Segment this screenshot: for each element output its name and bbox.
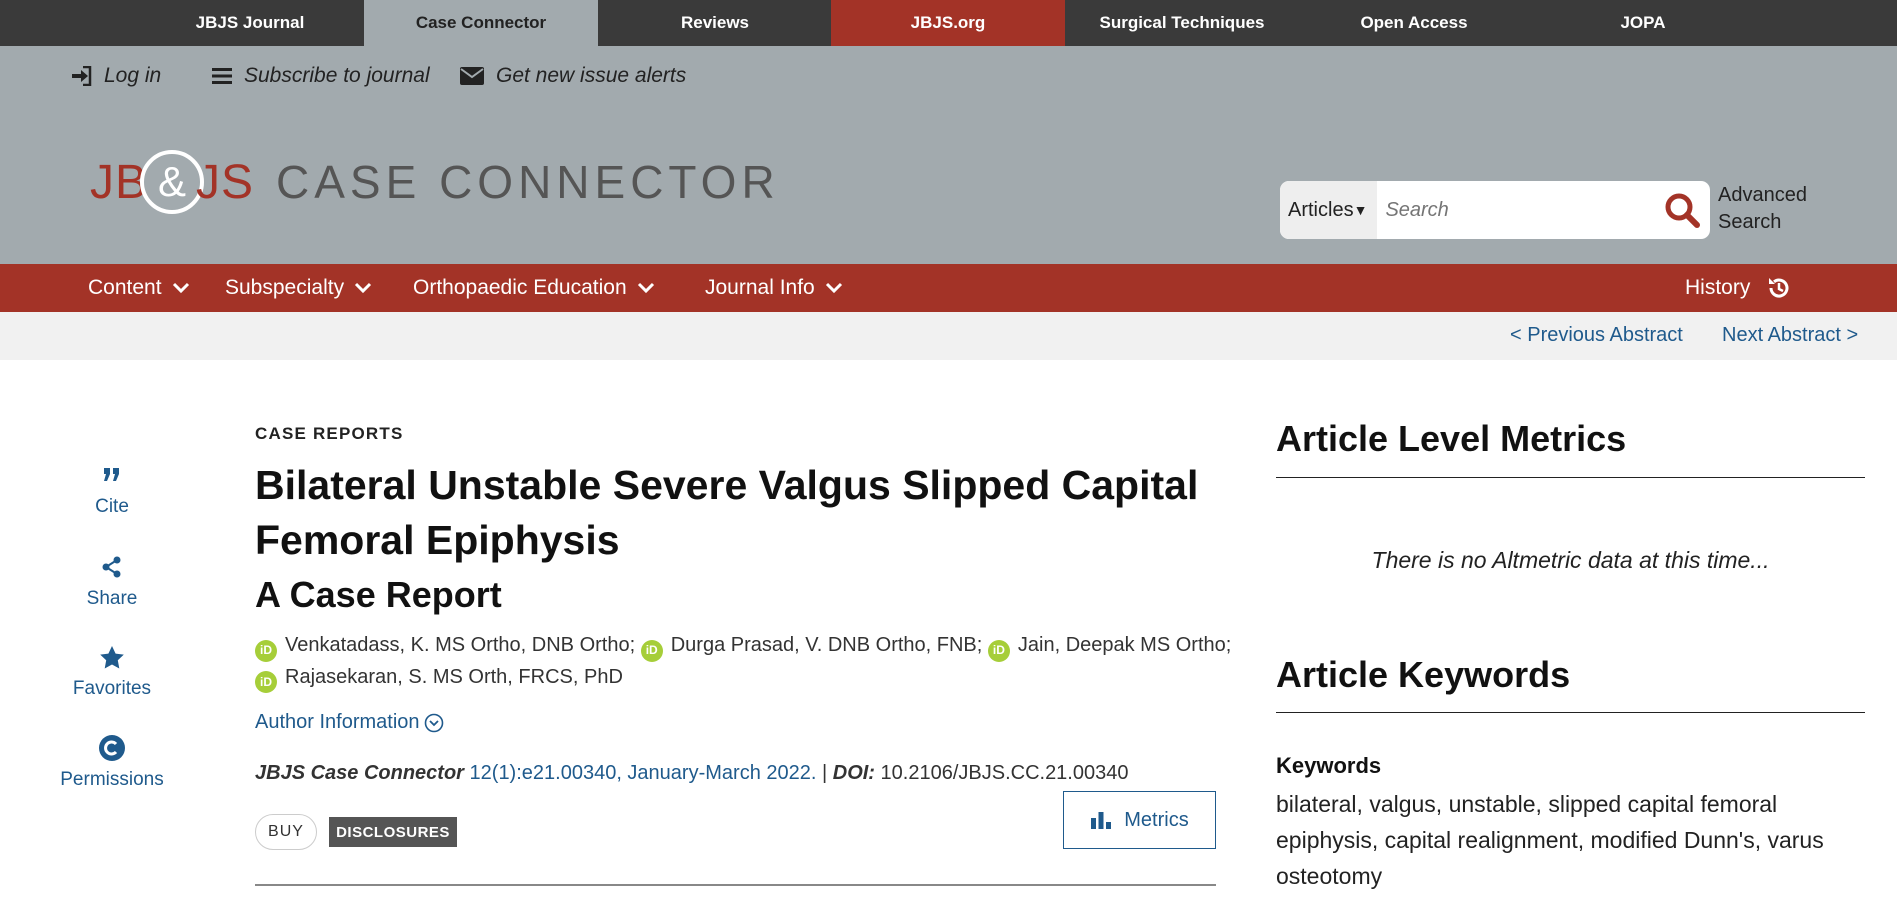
caret-down-icon: ▼ — [1353, 202, 1368, 218]
abstract-nav: < Previous Abstract Next Abstract > — [0, 312, 1897, 360]
keywords-heading: Article Keywords — [1276, 654, 1571, 695]
sign-in-icon — [72, 66, 92, 86]
volume-issue-link[interactable]: 12(1):e21.00340, January-March 2022. — [470, 762, 817, 784]
quote-icon — [104, 468, 119, 481]
login-link[interactable]: Log in — [70, 64, 161, 88]
metrics-button-label: Metrics — [1124, 808, 1189, 831]
author-name[interactable]: Durga Prasad, V. DNB Ortho, FNB; — [671, 634, 983, 656]
logo-js: JS — [196, 155, 255, 209]
keywords-label: Keywords — [1276, 753, 1382, 778]
alerts-link[interactable]: Get new issue alerts — [460, 64, 686, 88]
author-name[interactable]: Jain, Deepak MS Ortho; — [1018, 634, 1231, 656]
search-box: Articles ▼ — [1280, 181, 1710, 239]
favorites-tool[interactable]: Favorites — [56, 642, 168, 700]
disclosures-button[interactable]: DISCLOSURES — [329, 817, 457, 847]
nav-subspecialty-label: Subspecialty — [225, 276, 345, 299]
nav-journal-info[interactable]: Journal Info — [705, 264, 843, 312]
permissions-tool[interactable]: Permissions — [56, 733, 168, 791]
heading-rule — [1276, 712, 1865, 713]
buy-button[interactable]: BUY — [255, 814, 317, 850]
metrics-button[interactable]: Metrics — [1063, 791, 1216, 849]
altmetric-empty-message: There is no Altmetric data at this time.… — [1371, 547, 1770, 573]
search-button[interactable] — [1653, 181, 1710, 239]
next-abstract-link[interactable]: Next Abstract > — [1722, 324, 1858, 347]
author-name[interactable]: Venkatadass, K. MS Ortho, DNB Ortho; — [285, 634, 635, 656]
advanced-search-line2: Search — [1718, 211, 1782, 233]
tab-reviews[interactable]: Reviews — [598, 0, 832, 46]
site-logo[interactable]: JB & JS CASE CONNECTOR — [90, 150, 780, 214]
orcid-icon[interactable]: iD — [255, 639, 277, 662]
alerts-label: Get new issue alerts — [496, 64, 687, 87]
nav-journal-info-label: Journal Info — [705, 276, 815, 299]
nav-orthopaedic-education-label: Orthopaedic Education — [413, 276, 627, 299]
chevron-down-icon — [172, 282, 189, 294]
nav-subspecialty[interactable]: Subspecialty — [225, 264, 372, 312]
menu-icon — [212, 68, 232, 84]
chevron-circle-down-icon — [424, 713, 443, 732]
article-section: CASE REPORTS — [255, 424, 404, 443]
search-scope-value: Articles — [1288, 198, 1354, 221]
star-icon — [100, 646, 124, 669]
nav-history[interactable]: History — [1685, 264, 1792, 312]
permissions-label: Permissions — [60, 769, 164, 790]
tab-jbjs-org[interactable]: JBJS.org — [831, 0, 1065, 46]
article-subtitle: A Case Report — [255, 574, 502, 615]
heading-rule — [1276, 477, 1865, 478]
logo-ampersand: & — [140, 150, 205, 214]
author-information-toggle[interactable]: Author Information — [255, 711, 444, 734]
search-input[interactable] — [1377, 181, 1654, 239]
subscribe-label: Subscribe to journal — [244, 64, 430, 87]
tab-jopa[interactable]: JOPA — [1526, 0, 1760, 46]
orcid-icon[interactable]: iD — [255, 671, 277, 693]
doi-label: DOI: — [832, 762, 875, 784]
citation-separator: | — [821, 762, 828, 784]
previous-abstract-link[interactable]: < Previous Abstract — [1510, 324, 1683, 347]
metrics-heading: Article Level Metrics — [1276, 418, 1627, 459]
favorites-label: Favorites — [72, 678, 152, 699]
cite-tool[interactable]: Cite — [56, 460, 168, 518]
section-divider — [255, 884, 1216, 886]
nav-content-label: Content — [88, 276, 162, 299]
orcid-icon[interactable]: iD — [640, 639, 663, 662]
login-label: Log in — [104, 64, 162, 87]
chevron-down-icon — [355, 282, 372, 294]
tab-surgical-techniques[interactable]: Surgical Techniques — [1065, 0, 1299, 46]
search-scope-select[interactable]: Articles ▼ — [1280, 181, 1378, 239]
chevron-down-icon — [637, 282, 654, 294]
envelope-icon — [460, 67, 484, 85]
advanced-search-line1: Advanced — [1718, 184, 1807, 206]
share-tool[interactable]: Share — [56, 552, 168, 610]
copyright-icon — [99, 735, 125, 761]
author-information-label: Author Information — [255, 711, 420, 733]
share-label: Share — [86, 588, 138, 609]
logo-case-connector: CASE CONNECTOR — [276, 156, 780, 208]
search-icon — [1665, 193, 1700, 228]
nav-content[interactable]: Content — [88, 264, 190, 312]
site-header: Log in Subscribe to journal Get new issu… — [0, 46, 1897, 264]
advanced-search-link[interactable]: Advanced Search — [1718, 182, 1807, 236]
article-title: Bilateral Unstable Severe Valgus Slipped… — [255, 462, 1199, 563]
cite-label: Cite — [95, 496, 129, 517]
nav-orthopaedic-education[interactable]: Orthopaedic Education — [413, 264, 655, 312]
subscribe-link[interactable]: Subscribe to journal — [212, 64, 430, 88]
author-list: iD Venkatadass, K. MS Ortho, DNB Ortho; i… — [255, 630, 1235, 693]
history-icon — [1769, 278, 1789, 298]
bar-chart-icon — [1091, 812, 1112, 829]
journal-tabs: JBJS Journal Case Connector Reviews JBJS… — [0, 0, 1897, 46]
journal-name: JBJS Case Connector — [255, 762, 464, 784]
main-nav: Content Subspecialty Orthopaedic Educati… — [0, 264, 1897, 312]
share-icon — [102, 556, 121, 578]
chevron-down-icon — [825, 282, 842, 294]
author-name[interactable]: Rajasekaran, S. MS Orth, FRCS, PhD — [285, 666, 623, 688]
tab-jbjs-journal[interactable]: JBJS Journal — [133, 0, 367, 46]
citation-line: JBJS Case Connector 12(1):e21.00340, Jan… — [255, 762, 1128, 785]
keywords-text: bilateral, valgus, unstable, slipped cap… — [1276, 791, 1824, 889]
orcid-icon[interactable]: iD — [987, 639, 1010, 662]
doi-value: 10.2106/JBJS.CC.21.00340 — [880, 762, 1129, 784]
nav-history-label: History — [1685, 276, 1751, 299]
tab-case-connector[interactable]: Case Connector — [364, 0, 598, 46]
tab-open-access[interactable]: Open Access — [1297, 0, 1531, 46]
